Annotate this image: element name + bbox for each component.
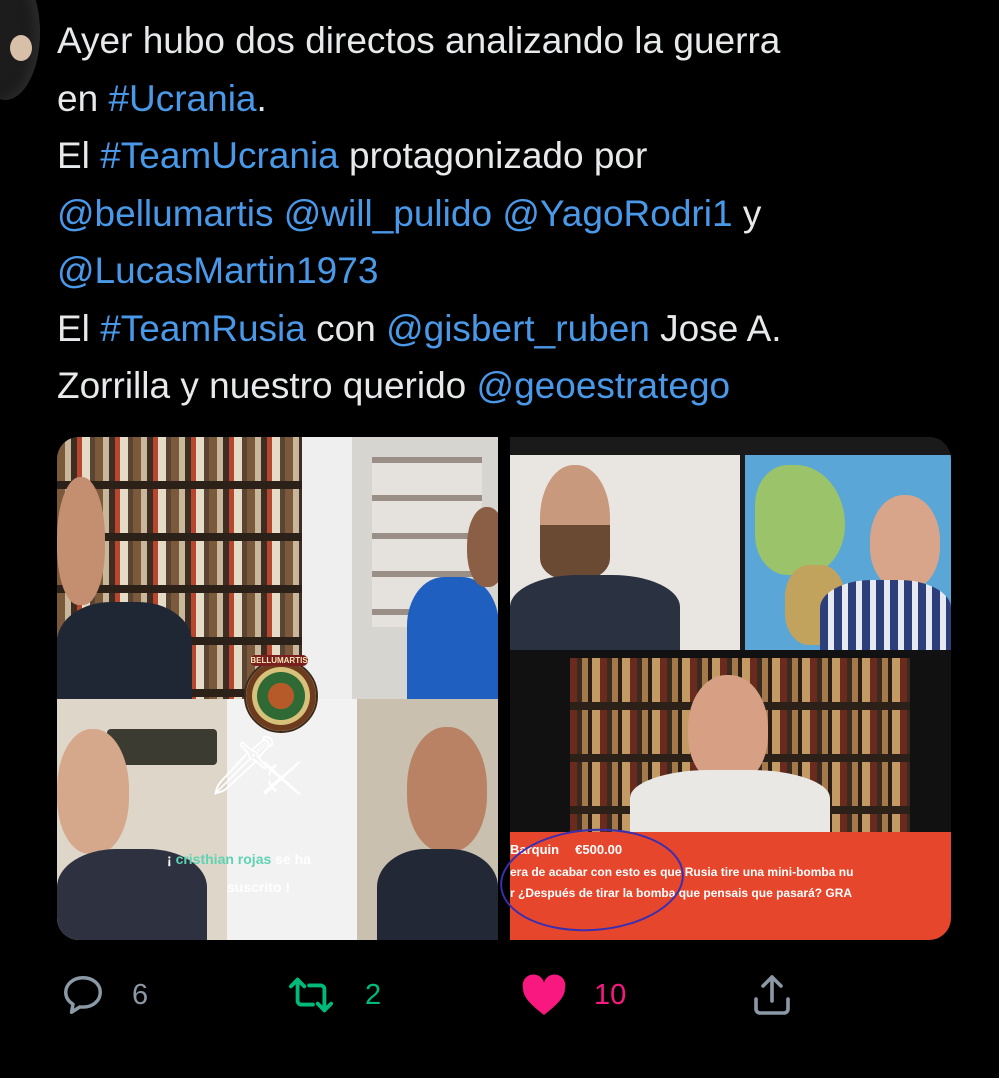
- person-head: [407, 727, 487, 852]
- tweet-text-segment: protagonizado por: [338, 135, 648, 176]
- person-body: [57, 602, 192, 699]
- tweet-text-segment: y: [732, 192, 762, 234]
- person-head: [57, 729, 129, 854]
- person-head: [467, 507, 498, 587]
- hashtag-link[interactable]: #TeamUcrania: [100, 135, 339, 176]
- reply-button[interactable]: 6: [60, 960, 148, 1030]
- camera-top-right: [302, 437, 498, 699]
- mention-link[interactable]: @will_pulido: [284, 193, 492, 234]
- tweet-text-segment: [492, 193, 502, 234]
- tweet-line: @bellumartis @will_pulido @YagoRodri1 y: [57, 185, 967, 243]
- mention-link[interactable]: @geoestratego: [477, 365, 731, 406]
- subscription-notice: ¡ cristhian rojas se ha suscrito !: [167, 845, 407, 901]
- tweet-line: en #Ucrania.: [57, 70, 967, 128]
- donation-alert: Barquin €500.00 era de acabar con esto es…: [496, 822, 951, 940]
- mention-link[interactable]: @gisbert_ruben: [386, 308, 650, 349]
- camera-guest-1: [510, 455, 740, 650]
- mention-link[interactable]: @YagoRodri1: [502, 193, 732, 234]
- sub-line2: suscrito !: [227, 879, 291, 895]
- tweet-line: Ayer hubo dos directos analizando la gue…: [57, 12, 967, 70]
- like-button[interactable]: 10: [520, 960, 626, 1030]
- camera-bottom-right: [357, 699, 498, 940]
- media-left-stream: BELLUMARTIS 🗡 ⚔ ¡ cristhian rojas se ha …: [57, 437, 498, 940]
- media-right-stream: Barquin €500.00 era de acabar con esto es…: [496, 437, 951, 940]
- tweet-text-segment: [273, 193, 283, 234]
- tweet-text-segment: en: [57, 77, 109, 119]
- camera-guest-2: [745, 455, 951, 650]
- tweet-line: El #TeamUcrania protagonizado por: [57, 127, 967, 185]
- author-avatar[interactable]: [0, 0, 40, 100]
- tweet-line: Zorrilla y nuestro querido @geoestratego: [57, 357, 967, 415]
- subscriber-name: cristhian rojas: [175, 851, 272, 867]
- person-head: [57, 477, 105, 605]
- hashtag-link[interactable]: #Ucrania: [108, 78, 256, 119]
- person-body: [510, 575, 680, 650]
- avatar-face: [10, 35, 32, 61]
- person-head: [688, 675, 768, 785]
- person-body: [820, 580, 951, 650]
- sword-horizontal-icon: ⚔: [251, 754, 310, 802]
- mention-link[interactable]: @bellumartis: [57, 193, 273, 234]
- tweet-text-segment: El: [57, 135, 101, 176]
- tweet-line: El #TeamRusia con @gisbert_ruben Jose A.: [57, 300, 967, 358]
- reply-count: 6: [132, 978, 149, 1011]
- person-body: [407, 577, 498, 699]
- tweet-text-segment: con: [305, 307, 387, 349]
- sub-prefix: ¡: [167, 851, 176, 867]
- camera-bottom-left: [57, 699, 227, 940]
- tweet-line: @LucasMartin1973: [57, 242, 967, 300]
- heart-icon: [520, 972, 568, 1018]
- bellumartis-logo-label: BELLUMARTIS: [250, 655, 308, 666]
- retweet-icon: [285, 972, 337, 1018]
- tweet-text-segment: Jose A.: [649, 307, 782, 349]
- person-body: [630, 770, 830, 840]
- person-head: [870, 495, 940, 590]
- hashtag-link[interactable]: #TeamRusia: [100, 308, 306, 349]
- tweet-text: Ayer hubo dos directos analizando la gue…: [57, 12, 967, 415]
- share-icon: [748, 971, 796, 1019]
- tweet-media[interactable]: BELLUMARTIS 🗡 ⚔ ¡ cristhian rojas se ha …: [57, 437, 951, 940]
- tweet-actions: 6 2 10: [0, 960, 999, 1030]
- like-count: 10: [594, 978, 627, 1011]
- tweet-text-segment: Zorrilla y nuestro querido: [57, 365, 477, 406]
- retweet-count: 2: [365, 978, 382, 1011]
- reply-icon: [60, 972, 106, 1018]
- hand-drawn-circle: [496, 822, 688, 938]
- bellumartis-logo: [244, 659, 318, 733]
- retweet-button[interactable]: 2: [285, 960, 381, 1030]
- tweet-text-segment: Ayer hubo dos directos analizando la gue…: [57, 20, 781, 61]
- share-button[interactable]: [748, 960, 796, 1030]
- tweet-text-segment: .: [256, 77, 267, 119]
- sub-suffix: se ha: [271, 851, 311, 867]
- mention-link[interactable]: @LucasMartin1973: [57, 250, 378, 291]
- tweet-text-segment: El: [57, 307, 101, 349]
